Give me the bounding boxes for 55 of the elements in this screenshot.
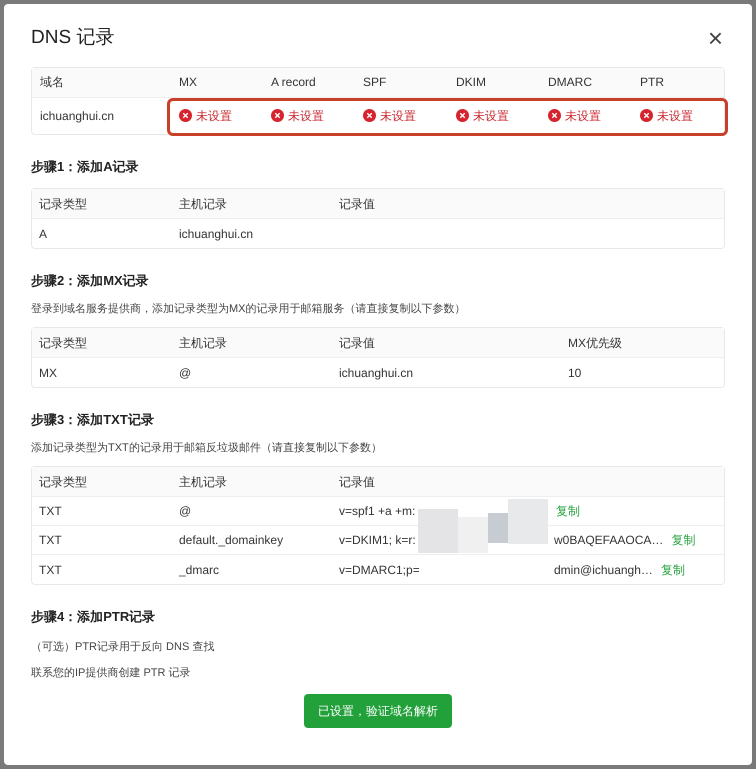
status-text: 未设置 [565,108,601,124]
status-text: 未设置 [657,108,693,124]
table-cell-text: 10 [568,364,582,382]
table-cell-text: @ [179,503,192,520]
step-heading: 步骤4：添加PTR记录 [31,608,156,626]
table-cell-text: TXT [39,562,62,578]
step-description: 登录到域名服务提供商，添加记录类型为MX的记录用于邮箱服务（请直接复制以下参数） [31,302,466,316]
column-header: 记录值 [339,336,375,350]
column-header: PTR [640,75,664,89]
column-header: 记录类型 [39,336,87,350]
table-cell-text: TXT [39,503,62,520]
column-header: MX [179,75,197,89]
verify-button[interactable]: 已设置，验证域名解析 [304,694,452,728]
table-cell-text: default._domainkey [179,532,284,549]
table-cell-text: v=DMARC1;p= [339,562,419,578]
table-cell-text: ichuanghui.cn [179,226,254,242]
table-cell-text: ichuanghui.cn [339,364,414,382]
column-header: DKIM [456,75,486,89]
step-note: （可选）PTR记录用于反向 DNS 查找 [31,640,216,654]
table-cell: ichuanghui.cn [40,108,114,122]
status-text: 未设置 [380,108,416,124]
dialog-title: DNS 记录 [31,26,114,50]
copy-link[interactable]: 复制 [660,560,685,578]
column-header: A record [271,75,316,89]
column-header: 主机记录 [179,196,227,210]
column-header: DMARC [548,75,592,89]
table-cell-text: @ [179,364,192,382]
column-header: SPF [363,75,386,89]
table-cell-text: MX [39,364,57,382]
copy-link[interactable]: 复制 [671,531,696,549]
table-cell-text: A [39,226,48,242]
column-header: 域名 [40,75,64,89]
table-cell-text: w0BAQEFAAOCA… [554,532,664,549]
table-cell-text: dmin@ichuangh… [554,562,653,578]
column-header: 主机记录 [179,336,227,350]
status-text: 未设置 [196,108,232,124]
step-heading: 步骤1：添加A记录 [31,158,140,176]
column-header: 记录类型 [39,474,87,488]
column-header: 记录类型 [39,196,87,210]
column-header: MX优先级 [568,336,622,350]
step-description: 添加记录类型为TXT的记录用于邮箱反垃圾邮件（请直接复制以下参数） [31,440,383,456]
step-note: 联系您的IP提供商创建 PTR 记录 [31,666,192,681]
column-header: 记录值 [339,196,375,210]
column-header: 记录值 [339,474,375,488]
copy-link[interactable]: 复制 [556,502,580,520]
table-cell-text: TXT [39,532,62,549]
close-button[interactable]: × [708,25,723,52]
status-text: 未设置 [473,108,509,124]
table-cell-text: v=spf1 +a +m: [339,503,416,520]
table-cell-text: v=DKIM1; k=r: [339,532,417,549]
step-heading: 步骤2：添加MX记录 [31,272,150,290]
step-heading: 步骤3：添加TXT记录 [31,411,155,429]
column-header: 主机记录 [179,474,227,488]
table-cell-text: _dmarc [179,562,220,578]
status-text: 未设置 [288,108,324,124]
